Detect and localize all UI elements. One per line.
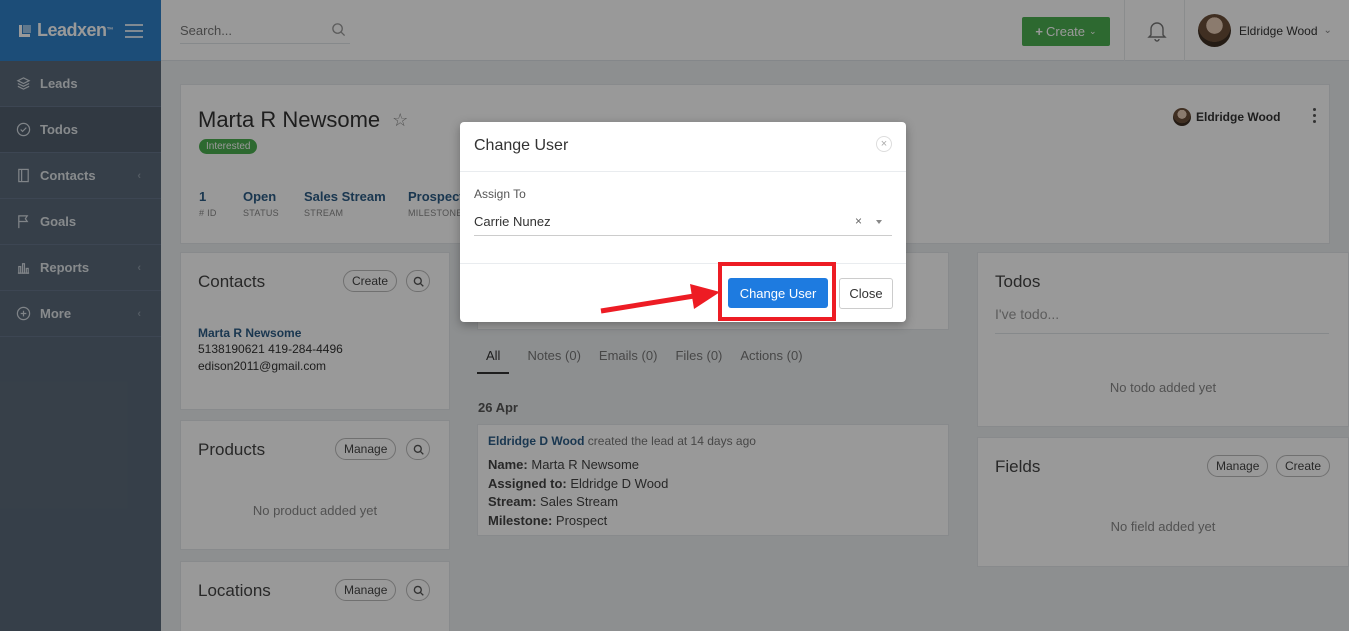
selected-user: Carrie Nunez xyxy=(474,214,551,229)
arrow-annotation-icon xyxy=(600,284,720,314)
modal-divider xyxy=(460,263,906,264)
clear-icon[interactable]: × xyxy=(855,214,862,228)
highlight-box xyxy=(718,262,836,321)
modal-divider xyxy=(460,171,906,172)
close-icon[interactable]: × xyxy=(876,136,892,152)
caret-down-icon[interactable] xyxy=(876,220,882,224)
modal-title: Change User xyxy=(474,137,569,154)
assign-to-select[interactable]: Carrie Nunez × xyxy=(474,208,892,236)
close-button[interactable]: Close xyxy=(839,278,893,309)
assign-to-label: Assign To xyxy=(474,187,526,201)
